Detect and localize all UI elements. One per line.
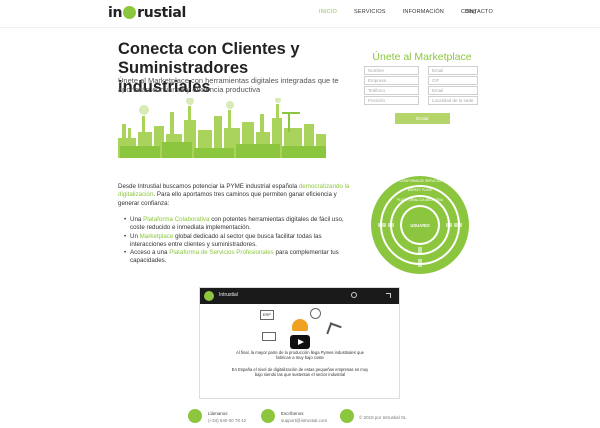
- list-item: Una Plataforma Colaborativa con potentes…: [124, 216, 354, 233]
- video-caption-2: En España el nivel de digitalización de …: [231, 367, 369, 378]
- email-field[interactable]: Email: [428, 66, 478, 75]
- logo-mark-icon: [123, 5, 137, 19]
- nav-item-informacion[interactable]: INFORMACIÓN: [403, 9, 444, 15]
- submit-button[interactable]: Enviar: [395, 113, 450, 124]
- list-item: Un Marketplace global dedicado al sector…: [124, 233, 354, 250]
- logo[interactable]: in rustial: [108, 4, 186, 22]
- channel-avatar-icon: [204, 291, 214, 301]
- intro-text: Desde Intrustial buscamos potenciar la P…: [118, 183, 299, 190]
- collaborative-platform-link[interactable]: Plataforma Colaborativa: [143, 216, 209, 223]
- erp-icon: ERP: [260, 310, 274, 320]
- nav-item-blog[interactable]: Blog: [465, 9, 476, 15]
- hero-subtitle: Únete al Marketplace con herramientas di…: [118, 76, 339, 94]
- ring-label-marketplace: MARKET PLACE: [408, 188, 433, 192]
- features-list: Una Plataforma Colaborativa con potentes…: [124, 216, 354, 266]
- name-field[interactable]: Nombre: [364, 66, 419, 75]
- phone-label: Llámanos: [208, 411, 228, 416]
- marketplace-link[interactable]: Marketplace: [140, 233, 174, 240]
- nav-item-servicios[interactable]: SERVICIOS: [354, 9, 386, 15]
- email-icon: [261, 409, 275, 423]
- form-title: Únete al Marketplace: [372, 51, 472, 63]
- video-caption-1: Al final, la mayor parte de la producció…: [235, 350, 365, 361]
- share-icon[interactable]: [386, 293, 391, 298]
- ring-label-services: PLATAFORMA DE SERVICIOS: [398, 179, 442, 183]
- footer: Llámanos (+34) 640 00 78 42 Escríbenos s…: [0, 404, 600, 428]
- watch-later-icon[interactable]: [351, 292, 357, 298]
- cif-field[interactable]: CIF: [428, 76, 478, 85]
- company-field[interactable]: Empresa: [364, 76, 419, 85]
- position-field[interactable]: Posición: [364, 96, 419, 105]
- location-field[interactable]: Localidad de la sede: [428, 96, 478, 105]
- industrial-skyline-illustration: [118, 98, 326, 158]
- email-label: Escríbenos: [281, 411, 304, 416]
- bullet-text: Acceso a una: [130, 249, 170, 257]
- logo-text-left: in: [108, 5, 123, 21]
- video-title[interactable]: Intrustial: [219, 292, 238, 298]
- phone-value[interactable]: (+34) 640 00 78 42: [208, 418, 246, 423]
- ring-label-user: USUARIO: [410, 223, 430, 228]
- nav-item-inicio[interactable]: INICIO: [319, 9, 337, 15]
- email-field-2[interactable]: Email: [428, 86, 478, 95]
- bullet-text: Un: [130, 232, 140, 240]
- bullet-text: Una: [130, 216, 144, 223]
- brand-icon: [340, 409, 354, 423]
- list-item: Acceso a una Plataforma de Servicios Pro…: [124, 249, 354, 266]
- robotic-arm-icon: [326, 322, 342, 338]
- header: in rustial INICIO SERVICIOS INFORMACIÓN …: [0, 0, 600, 28]
- video-player[interactable]: Intrustial ERP Al final, la mayor parte …: [199, 287, 400, 399]
- machine-icon: [262, 332, 276, 341]
- phone-field[interactable]: Teléfono: [364, 86, 419, 95]
- copyright: © 2019 por Intrustial SL: [359, 415, 407, 420]
- intro-paragraph: Desde Intrustial buscamos potenciar la P…: [118, 183, 358, 208]
- video-title-bar: Intrustial: [200, 288, 399, 304]
- ring-label-collaborative: PLATAFORMA COLABORATIVA: [397, 198, 444, 202]
- robot-icon: [310, 308, 321, 319]
- play-button[interactable]: [290, 335, 310, 349]
- platform-rings-diagram: PLATAFORMA DE SERVICIOS MARKET PLACE PLA…: [371, 176, 469, 274]
- logo-text-right: rustial: [137, 5, 187, 21]
- worker-helmet-icon: [292, 319, 308, 331]
- professional-services-link[interactable]: Plataforma de Servicios Profesionales: [169, 249, 274, 256]
- phone-icon: [188, 409, 202, 423]
- email-value[interactable]: support@intrustial.com: [281, 418, 327, 423]
